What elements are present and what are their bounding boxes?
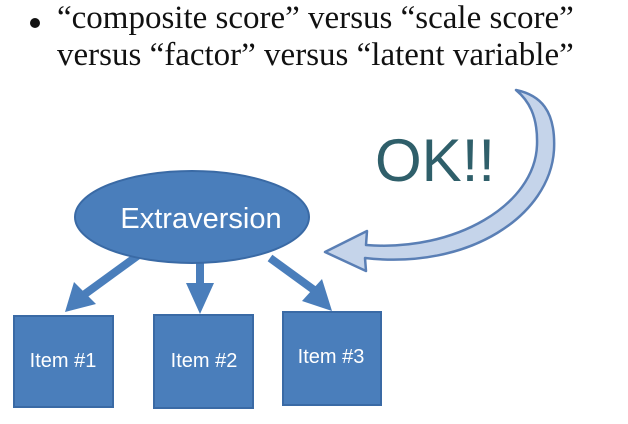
latent-variable-label: Extraversion xyxy=(120,203,281,235)
arrow-to-item-3 xyxy=(267,254,332,311)
arrow-to-item-2 xyxy=(186,258,214,314)
item-label-3: Item #3 xyxy=(298,346,365,368)
diagram-canvas: OK!! Extraversion Item #1 Item #2 Item #… xyxy=(13,88,556,409)
item-node-1: Item #1 xyxy=(13,315,114,408)
arrow-to-item-1 xyxy=(65,250,143,312)
latent-variable-node: Extraversion xyxy=(74,170,310,264)
item-node-3: Item #3 xyxy=(282,311,382,406)
ok-callout-text: OK!! xyxy=(375,127,495,194)
item-label-1: Item #1 xyxy=(30,350,97,372)
item-node-2: Item #2 xyxy=(153,314,254,409)
item-label-2: Item #2 xyxy=(171,350,238,372)
